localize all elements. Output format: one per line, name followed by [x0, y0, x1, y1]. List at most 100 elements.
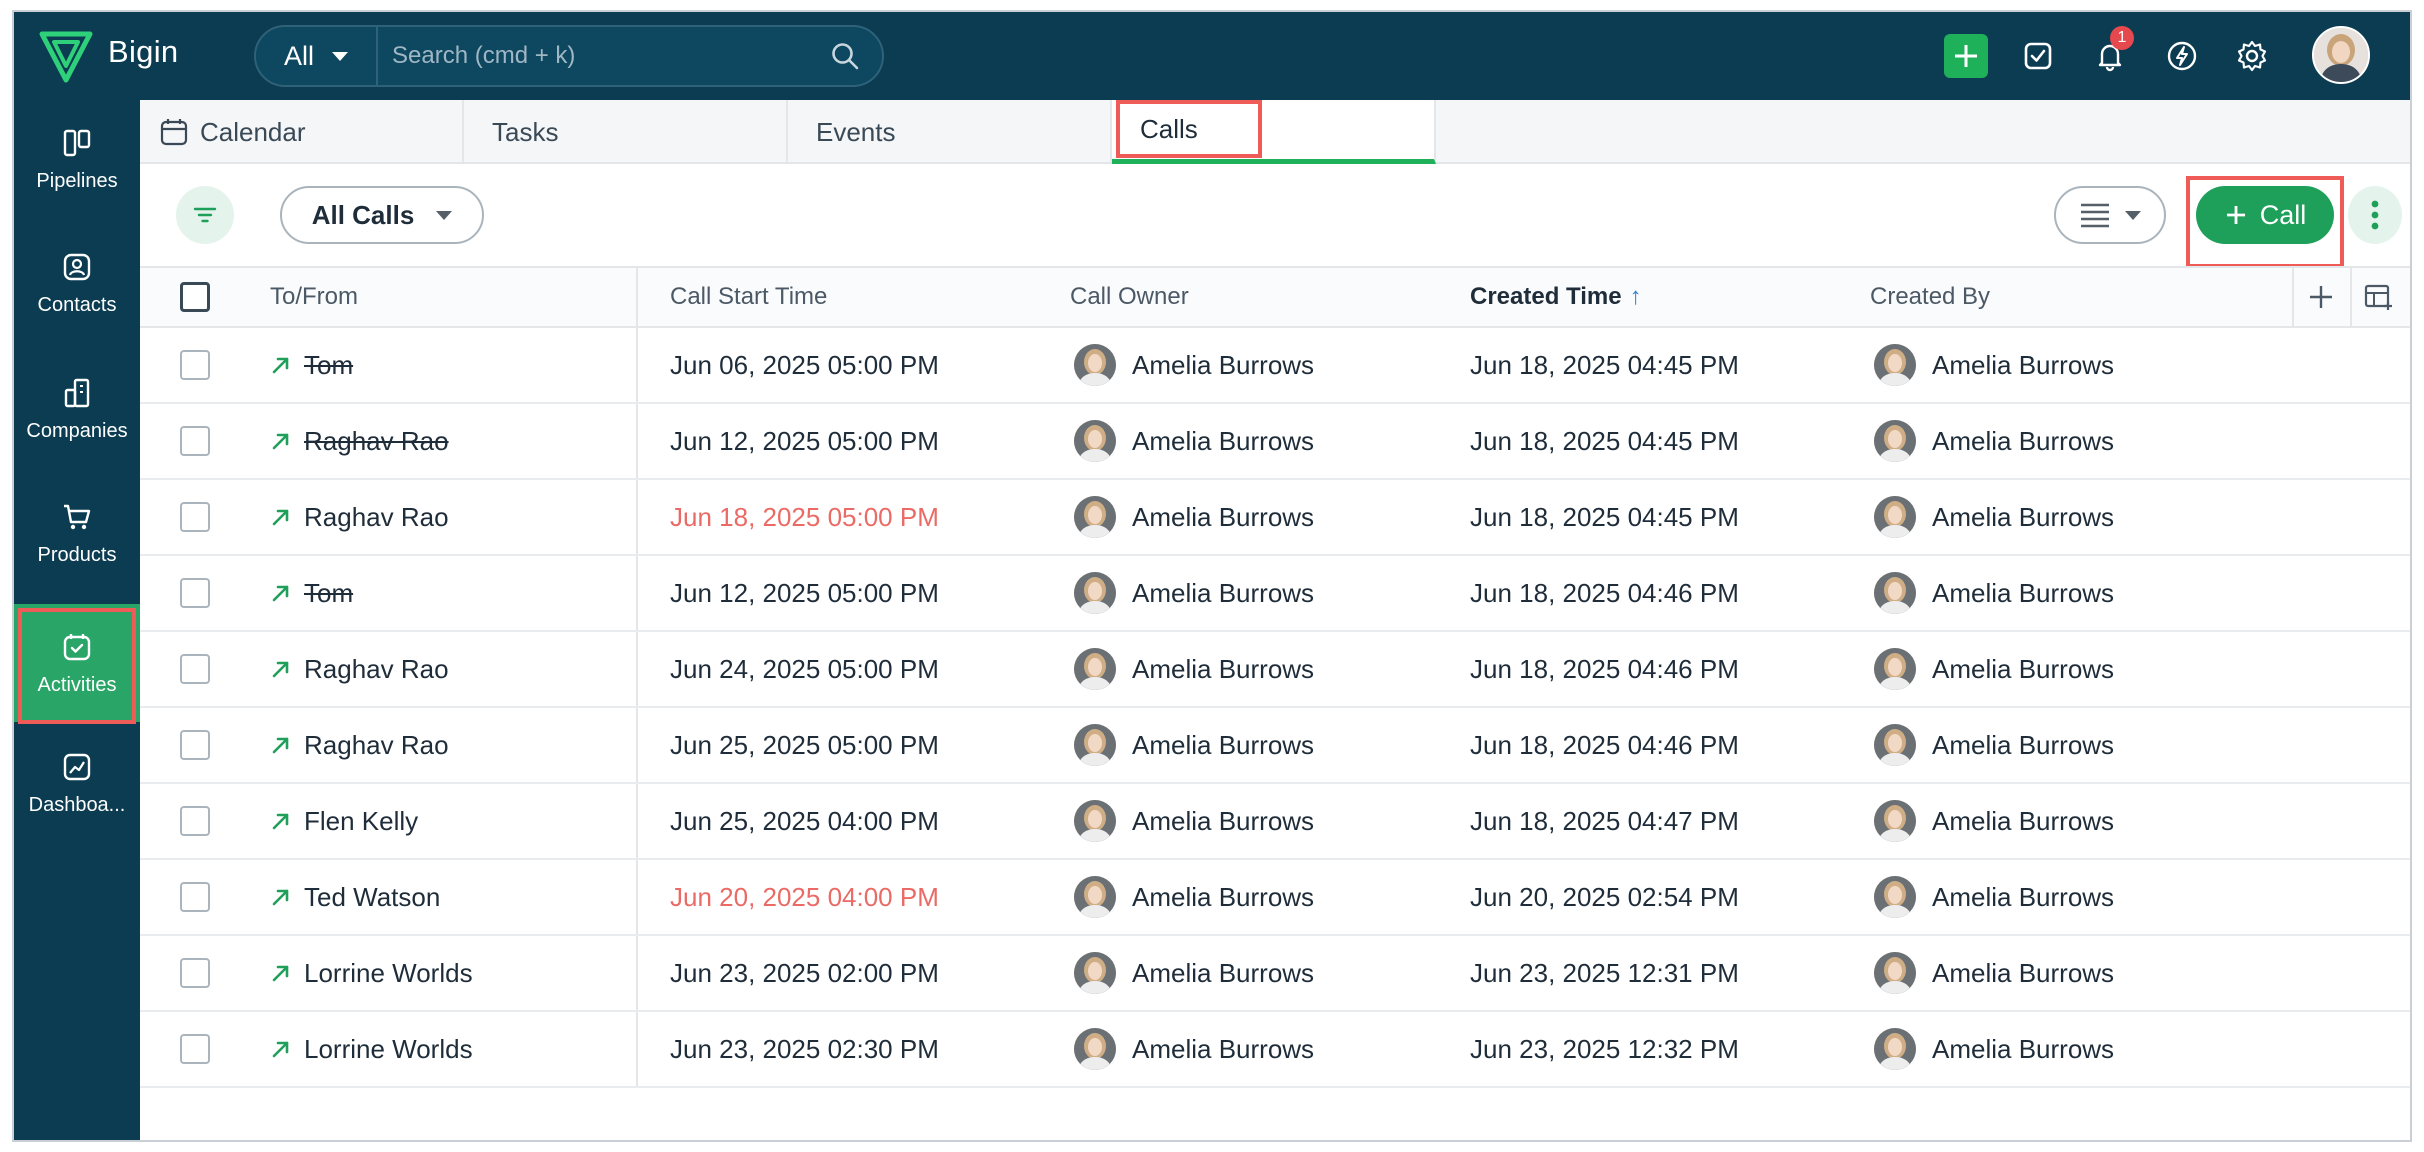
row-checkbox[interactable] [180, 806, 210, 836]
to-from-cell[interactable]: Lorrine Worlds [270, 936, 473, 1010]
row-checkbox[interactable] [180, 578, 210, 608]
more-options-button[interactable] [2348, 186, 2402, 244]
sidebar-item-dashboards[interactable]: Dashboa... [14, 724, 140, 842]
sidebar-item-label: Activities [37, 673, 117, 696]
call-start-time-cell: Jun 25, 2025 05:00 PM [670, 729, 939, 760]
creator-name: Amelia Burrows [1932, 349, 2115, 380]
created-time-cell: Jun 18, 2025 04:45 PM [1470, 425, 1739, 456]
tab-calls[interactable]: Calls [1112, 100, 1436, 164]
gear-icon [2237, 40, 2267, 72]
column-header-call-owner[interactable]: Call Owner [1070, 268, 1189, 326]
notification-badge: 1 [2110, 26, 2134, 50]
create-call-button[interactable]: Call [2196, 186, 2334, 244]
to-from-cell[interactable]: Raghav Rao [270, 708, 449, 782]
row-checkbox[interactable] [180, 350, 210, 380]
quick-create-button[interactable] [1944, 34, 1988, 78]
main-content: Calendar Tasks Events Calls All Calls Ca… [140, 100, 2410, 1140]
call-owner-cell: Amelia Burrows [1074, 708, 1314, 782]
row-select-cell [180, 860, 210, 934]
manage-columns-button[interactable] [2350, 268, 2406, 326]
search-input[interactable] [392, 35, 812, 77]
tab-label: Calendar [200, 116, 306, 147]
select-all-checkbox[interactable] [180, 282, 210, 312]
sidebar-item-companies[interactable]: Companies [14, 350, 140, 468]
filter-button[interactable] [176, 186, 234, 244]
column-header-to-from[interactable]: To/From [270, 268, 358, 326]
list-view-toggle[interactable] [2054, 186, 2166, 244]
avatar [1074, 648, 1116, 690]
to-from-cell[interactable]: Tom [270, 328, 353, 402]
table-header: To/From Call Start Time Call Owner Creat… [140, 266, 2410, 328]
sidebar-item-label: Companies [26, 419, 128, 442]
to-from-cell[interactable]: Ted Watson [270, 860, 440, 934]
avatar [1074, 724, 1116, 766]
table-row[interactable]: Tom Jun 12, 2025 05:00 PM Amelia Burrows… [140, 556, 2410, 632]
column-header-call-start-time[interactable]: Call Start Time [670, 268, 827, 326]
owner-name: Amelia Burrows [1132, 729, 1315, 760]
contacts-icon [63, 253, 91, 280]
column-header-created-by[interactable]: Created By [1870, 268, 1990, 326]
avatar [1874, 724, 1916, 766]
companies-icon [64, 378, 90, 407]
sidebar-item-pipelines[interactable]: Pipelines [14, 100, 140, 218]
call-owner-cell: Amelia Burrows [1074, 404, 1314, 478]
add-column-button[interactable] [2292, 268, 2348, 326]
column-header-created-time[interactable]: Created Time ↑ [1470, 268, 1642, 326]
table-row[interactable]: Raghav Rao Jun 24, 2025 05:00 PM Amelia … [140, 632, 2410, 708]
sidebar-item-contacts[interactable]: Contacts [14, 224, 140, 342]
table-row[interactable]: Raghav Rao Jun 25, 2025 05:00 PM Amelia … [140, 708, 2410, 784]
tab-tasks[interactable]: Tasks [464, 100, 788, 164]
to-from-cell[interactable]: Flen Kelly [270, 784, 418, 858]
row-checkbox[interactable] [180, 958, 210, 988]
outgoing-call-arrow-icon [272, 357, 289, 374]
task-check-icon [2024, 42, 2052, 70]
avatar [1874, 800, 1916, 842]
user-photo-icon [1074, 952, 1116, 994]
table-row[interactable]: Lorrine Worlds Jun 23, 2025 02:00 PM Ame… [140, 936, 2410, 1012]
row-checkbox[interactable] [180, 730, 210, 760]
created-time-cell: Jun 18, 2025 04:47 PM [1470, 805, 1739, 836]
table-settings-icon [2364, 284, 2392, 310]
user-photo-icon [1874, 420, 1916, 462]
custom-view-dropdown[interactable]: All Calls [280, 186, 484, 244]
settings-button[interactable] [2228, 32, 2276, 80]
to-from-cell[interactable]: Raghav Rao [270, 632, 449, 706]
table-row[interactable]: Raghav Rao Jun 12, 2025 05:00 PM Amelia … [140, 404, 2410, 480]
row-checkbox[interactable] [180, 1034, 210, 1064]
table-row[interactable]: Tom Jun 06, 2025 05:00 PM Amelia Burrows… [140, 328, 2410, 404]
to-from-cell[interactable]: Raghav Rao [270, 404, 449, 478]
creator-name: Amelia Burrows [1932, 957, 2115, 988]
user-photo-icon [1874, 572, 1916, 614]
sidebar-item-activities[interactable]: Activities [14, 604, 140, 722]
row-checkbox[interactable] [180, 426, 210, 456]
sidebar-item-products[interactable]: Products [14, 474, 140, 592]
tab-label: Tasks [492, 116, 559, 147]
call-start-time-cell: Jun 23, 2025 02:30 PM [670, 1033, 939, 1064]
search-icon[interactable] [830, 41, 860, 71]
to-from-cell[interactable]: Raghav Rao [270, 480, 449, 554]
tab-events[interactable]: Events [788, 100, 1112, 164]
user-photo-icon [1074, 800, 1116, 842]
user-photo-icon [1874, 876, 1916, 918]
row-checkbox[interactable] [180, 882, 210, 912]
notifications-button[interactable]: 1 [2086, 26, 2134, 80]
tab-calendar[interactable]: Calendar [140, 100, 464, 164]
table-row[interactable]: Ted Watson Jun 20, 2025 04:00 PM Amelia … [140, 860, 2410, 936]
owner-name: Amelia Burrows [1132, 653, 1315, 684]
row-checkbox[interactable] [180, 502, 210, 532]
table-row[interactable]: Flen Kelly Jun 25, 2025 04:00 PM Amelia … [140, 784, 2410, 860]
row-checkbox[interactable] [180, 654, 210, 684]
table-row[interactable]: Raghav Rao Jun 18, 2025 05:00 PM Amelia … [140, 480, 2410, 556]
tasks-shortcut-button[interactable] [2014, 32, 2062, 80]
to-from-cell[interactable]: Lorrine Worlds [270, 1012, 473, 1086]
chevron-down-icon [2125, 210, 2141, 220]
search-scope-dropdown[interactable]: All [256, 27, 378, 85]
dashboards-icon [63, 753, 91, 780]
user-avatar[interactable] [2312, 26, 2370, 84]
activity-feed-button[interactable] [2158, 32, 2206, 80]
user-photo-icon [1874, 648, 1916, 690]
created-by-cell: Amelia Burrows [1874, 556, 2114, 630]
table-row[interactable]: Lorrine Worlds Jun 23, 2025 02:30 PM Ame… [140, 1012, 2410, 1088]
avatar [1874, 496, 1916, 538]
to-from-cell[interactable]: Tom [270, 556, 353, 630]
